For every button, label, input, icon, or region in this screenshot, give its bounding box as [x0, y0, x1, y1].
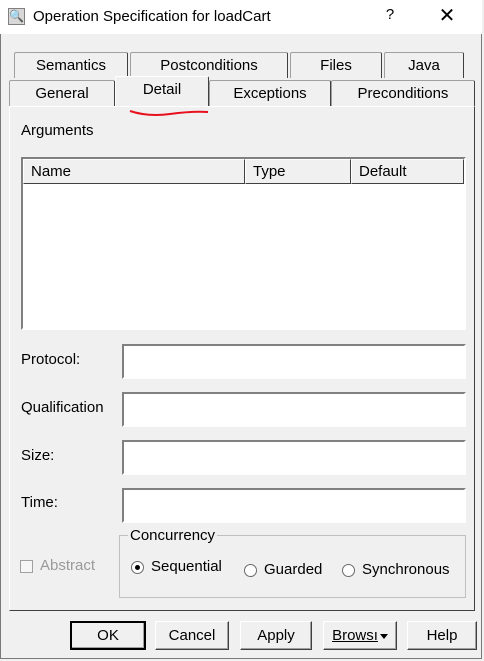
window-title: Operation Specification for loadCart: [33, 8, 271, 25]
title-bar[interactable]: 🔍 Operation Specification for loadCart ?…: [0, 0, 482, 34]
protocol-field[interactable]: [122, 344, 466, 379]
guarded-label[interactable]: Guarded: [264, 561, 322, 578]
arguments-list[interactable]: Name Type Default: [21, 157, 466, 330]
synchronous-label[interactable]: Synchronous: [362, 561, 450, 578]
help-button[interactable]: Help: [407, 621, 477, 650]
guarded-radio[interactable]: [244, 564, 257, 577]
column-header-type[interactable]: Type: [245, 159, 351, 184]
size-label: Size:: [21, 447, 55, 464]
tab-general[interactable]: General: [9, 80, 115, 106]
synchronous-radio[interactable]: [342, 564, 355, 577]
tab-detail[interactable]: Detail: [115, 76, 209, 106]
tab-postconditions[interactable]: Postconditions: [130, 52, 288, 78]
dropdown-arrow-icon: [379, 633, 388, 639]
sequential-label[interactable]: Sequential: [151, 558, 222, 575]
browse-label: Browsı: [332, 627, 378, 644]
tab-java[interactable]: Java: [384, 52, 464, 78]
size-field[interactable]: [122, 440, 466, 475]
sequential-radio[interactable]: [131, 561, 144, 574]
tab-files[interactable]: Files: [290, 52, 382, 78]
abstract-label: Abstract: [40, 557, 96, 574]
column-header-default[interactable]: Default: [351, 159, 464, 184]
close-icon[interactable]: ✕: [432, 4, 462, 28]
tab-exceptions[interactable]: Exceptions: [209, 80, 331, 106]
abstract-checkbox[interactable]: [20, 560, 33, 573]
tab-semantics[interactable]: Semantics: [14, 52, 128, 78]
qualification-label: Qualification: [21, 399, 104, 416]
cancel-button[interactable]: Cancel: [155, 621, 229, 650]
column-header-name[interactable]: Name: [23, 159, 245, 184]
time-field[interactable]: [122, 488, 466, 523]
concurrency-label: Concurrency: [128, 527, 218, 544]
magnifier-app-icon: 🔍: [8, 8, 25, 25]
ok-button[interactable]: OK: [70, 621, 146, 650]
qualification-field[interactable]: [122, 392, 466, 427]
help-question-icon[interactable]: ?: [380, 6, 400, 26]
time-label: Time:: [21, 494, 58, 511]
arguments-label: Arguments: [21, 122, 94, 139]
apply-button[interactable]: Apply: [240, 621, 312, 650]
browse-button[interactable]: Browsı: [323, 621, 397, 650]
protocol-label: Protocol:: [21, 351, 81, 368]
tab-preconditions[interactable]: Preconditions: [331, 80, 475, 106]
